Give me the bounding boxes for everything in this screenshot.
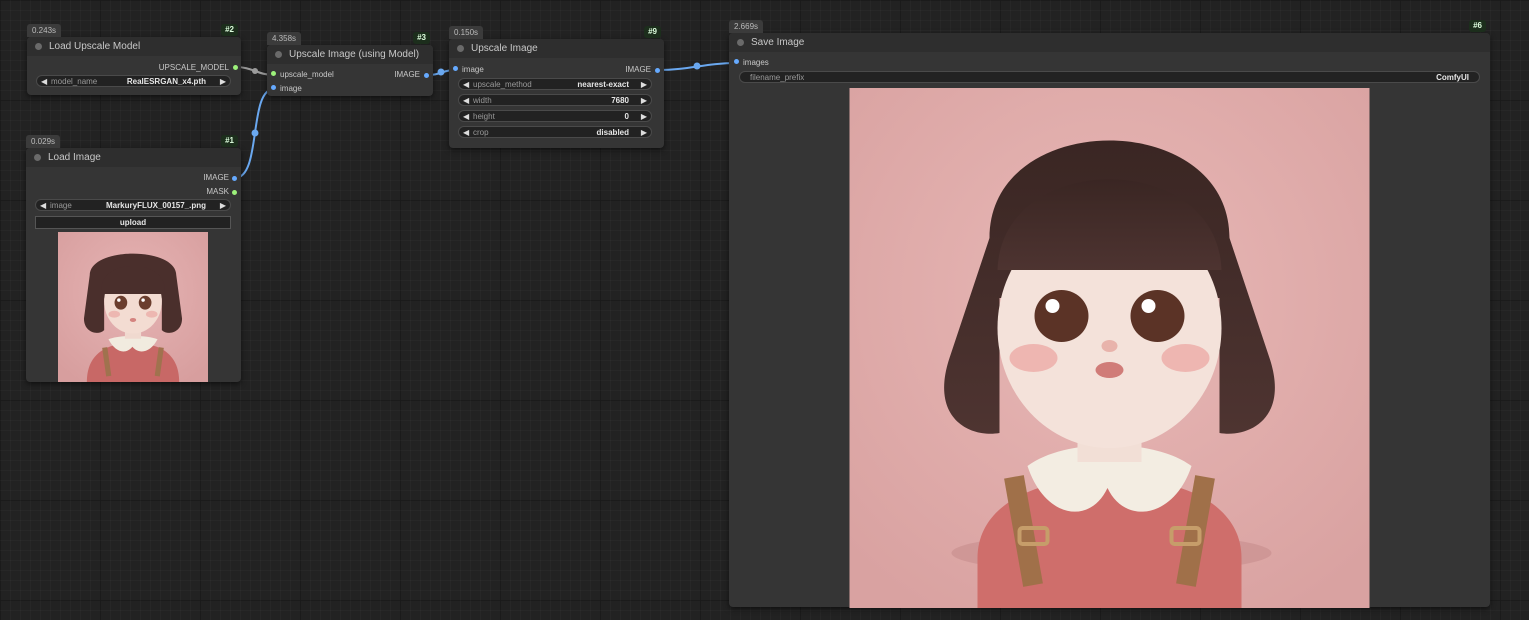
arrow-right-icon[interactable]: ▶	[641, 127, 647, 139]
arrow-left-icon[interactable]: ◀	[463, 127, 469, 139]
slot-label: upscale_model	[280, 70, 334, 79]
widget-label: model_name	[51, 77, 98, 86]
widget-value: 7680	[611, 96, 629, 105]
image-combo[interactable]: ◀ image MarkuryFLUX_00157_.png ▶	[35, 199, 231, 211]
output-pin-icon[interactable]	[424, 73, 429, 78]
widget-value: 0	[624, 112, 629, 121]
widget-value: disabled	[596, 128, 629, 137]
portrait-thumbnail	[58, 232, 208, 382]
arrow-left-icon[interactable]: ◀	[463, 111, 469, 123]
execution-time-badge: 4.358s	[267, 32, 302, 45]
width-number-widget[interactable]: ◀ width 7680 ▶	[458, 94, 652, 106]
input-pin-icon[interactable]	[271, 85, 276, 91]
execution-time-badge: 0.150s	[449, 26, 484, 39]
height-number-widget[interactable]: ◀ height 0 ▶	[458, 110, 652, 122]
crop-combo[interactable]: ◀ crop disabled ▶	[458, 126, 652, 138]
node-title-bar[interactable]: Save Image	[729, 33, 1490, 52]
widget-value: nearest-exact	[577, 80, 629, 89]
input-pin-icon[interactable]	[453, 66, 458, 72]
input-pin-icon[interactable]	[271, 71, 276, 77]
node-id-badge: #2	[221, 24, 238, 36]
node-title: Load Image	[48, 152, 101, 163]
input-slot-images[interactable]: images	[734, 57, 769, 69]
output-pin-icon[interactable]	[232, 190, 237, 195]
saved-image-preview	[849, 88, 1370, 608]
output-slot-label: UPSCALE_MODEL	[158, 63, 229, 72]
arrow-left-icon[interactable]: ◀	[463, 95, 469, 107]
link-resized	[657, 62, 738, 71]
node-save-image[interactable]: 2.669s #6 Save Image images filename_pre…	[729, 20, 1490, 608]
arrow-left-icon[interactable]: ◀	[40, 200, 46, 212]
execution-time-badge: 0.029s	[26, 135, 61, 148]
execution-time-badge: 0.243s	[27, 24, 62, 37]
output-slot-mask: MASK	[206, 187, 229, 196]
model-name-combo[interactable]: ◀ model_name RealESRGAN_x4.pth ▶	[36, 75, 231, 87]
widget-label: crop	[473, 128, 489, 137]
node-load-upscale-model[interactable]: 0.243s #2 Load Upscale Model UPSCALE_MOD…	[27, 24, 241, 95]
slot-label: image	[280, 84, 302, 93]
arrow-right-icon[interactable]: ▶	[220, 76, 226, 88]
widget-value: MarkuryFLUX_00157_.png	[105, 201, 206, 210]
portrait-image	[849, 88, 1370, 608]
arrow-right-icon[interactable]: ▶	[220, 200, 226, 212]
collapse-dot-icon[interactable]	[457, 45, 464, 52]
node-id-badge: #9	[644, 26, 661, 38]
node-title-bar[interactable]: Upscale Image	[449, 39, 664, 58]
widget-label: width	[473, 96, 492, 105]
node-title-bar[interactable]: Upscale Image (using Model)	[267, 45, 433, 64]
output-slot-image: IMAGE	[203, 173, 229, 182]
node-upscale-image-using-model[interactable]: 4.358s #3 Upscale Image (using Model) up…	[267, 32, 433, 96]
node-id-badge: #1	[221, 135, 238, 147]
slot-label: image	[462, 65, 484, 74]
arrow-right-icon[interactable]: ▶	[641, 95, 647, 107]
output-pin-icon[interactable]	[232, 176, 237, 181]
output-pin-icon[interactable]	[655, 68, 660, 73]
widget-label: upscale_method	[473, 80, 532, 89]
output-slot-label: IMAGE	[394, 70, 420, 79]
node-id-badge: #6	[1469, 20, 1486, 32]
output-pin-icon[interactable]	[233, 65, 238, 70]
widget-label: image	[50, 201, 72, 210]
input-pin-icon[interactable]	[734, 59, 739, 65]
filename-prefix-field[interactable]: filename_prefix ComfyUI	[739, 71, 1480, 83]
node-title: Load Upscale Model	[49, 41, 141, 52]
image-preview	[58, 232, 208, 382]
upload-button[interactable]: upload	[35, 216, 231, 229]
node-upscale-image[interactable]: 0.150s #9 Upscale Image image IMAGE ◀ up…	[449, 26, 664, 148]
input-slot-image[interactable]: image	[271, 83, 302, 95]
node-title: Upscale Image	[471, 43, 538, 54]
collapse-dot-icon[interactable]	[737, 39, 744, 46]
widget-value: ComfyUI	[1436, 73, 1469, 82]
input-slot-image[interactable]: image	[453, 64, 484, 76]
widget-label: filename_prefix	[750, 73, 805, 82]
output-slot-label: IMAGE	[625, 65, 651, 74]
upscale-method-combo[interactable]: ◀ upscale_method nearest-exact ▶	[458, 78, 652, 90]
input-slot-upscale-model[interactable]: upscale_model	[271, 69, 334, 81]
execution-time-badge: 2.669s	[729, 20, 764, 33]
node-title-bar[interactable]: Load Image	[26, 148, 241, 167]
arrow-right-icon[interactable]: ▶	[641, 111, 647, 123]
node-title-bar[interactable]: Load Upscale Model	[27, 37, 241, 56]
arrow-right-icon[interactable]: ▶	[641, 79, 647, 91]
collapse-dot-icon[interactable]	[35, 43, 42, 50]
collapse-dot-icon[interactable]	[34, 154, 41, 161]
arrow-left-icon[interactable]: ◀	[41, 76, 47, 88]
widget-value: RealESRGAN_x4.pth	[126, 77, 206, 86]
node-load-image[interactable]: 0.029s #1 Load Image IMAGE MASK ◀ image …	[26, 135, 241, 382]
node-title: Upscale Image (using Model)	[289, 49, 420, 60]
node-id-badge: #3	[413, 32, 430, 44]
node-title: Save Image	[751, 37, 805, 48]
collapse-dot-icon[interactable]	[275, 51, 282, 58]
slot-label: images	[743, 58, 769, 67]
arrow-left-icon[interactable]: ◀	[463, 79, 469, 91]
widget-label: height	[473, 112, 495, 121]
